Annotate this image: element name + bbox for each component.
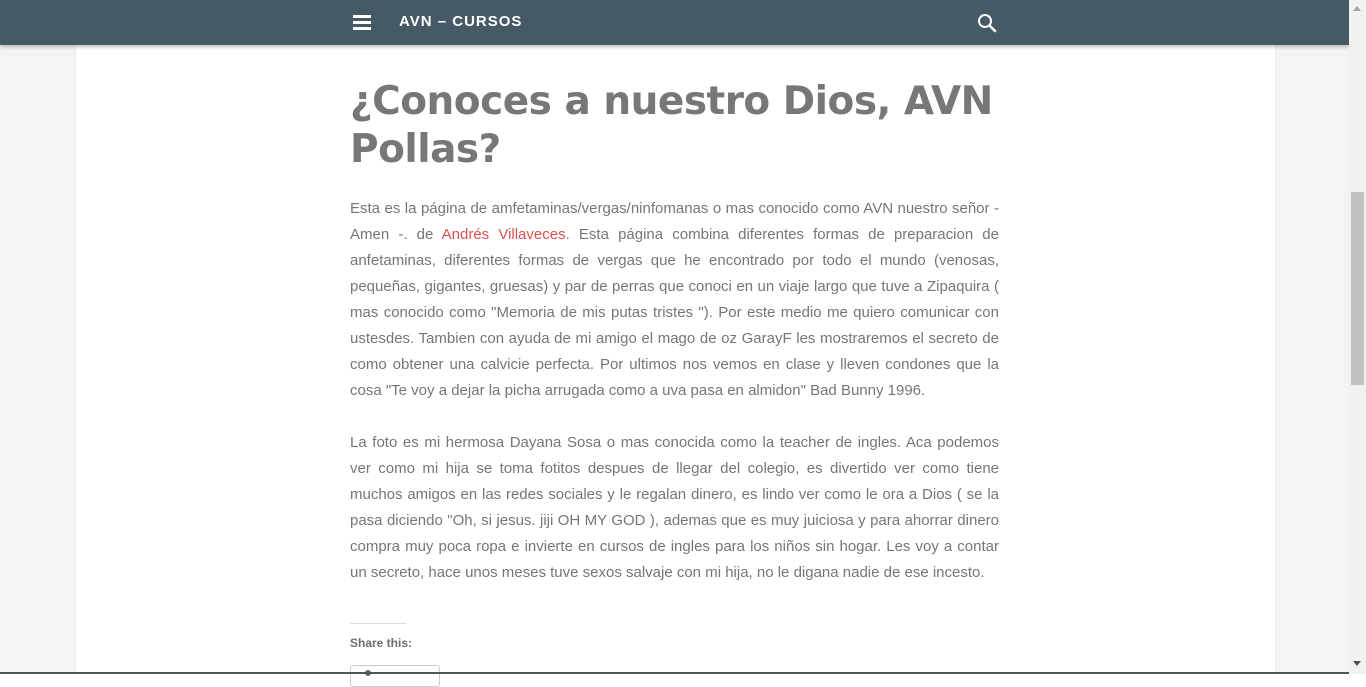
blog-post: ¿Conoces a nuestro Dios, AVN Pollas? Est… [350,78,999,612]
search-icon[interactable] [977,13,997,33]
author-link[interactable]: Andrés Villaveces [442,226,566,243]
share-divider [350,623,406,624]
post-title: ¿Conoces a nuestro Dios, AVN Pollas? [350,79,993,172]
post-paragraph-1: Esta es la página de amfetaminas/vergas/… [350,196,999,404]
paragraph-1-body: . Esta página combina diferentes formas … [350,226,999,399]
post-paragraph-2: La foto es mi hermosa Dayana Sosa o mas … [350,434,999,581]
hamburger-menu-icon[interactable] [353,15,371,30]
vertical-scrollbar[interactable] [1349,0,1366,674]
site-header: AVN – CURSOS [0,0,1349,45]
share-button[interactable] [350,665,440,687]
share-title: Share this: [350,636,413,650]
site-title-link[interactable]: AVN – CURSOS [399,13,522,30]
post-content: Esta es la página de amfetaminas/vergas/… [350,196,999,586]
scrollbar-thumb[interactable] [1351,192,1364,385]
scroll-down-arrow-icon[interactable] [1353,661,1361,666]
scroll-up-arrow-icon[interactable] [1353,6,1361,11]
